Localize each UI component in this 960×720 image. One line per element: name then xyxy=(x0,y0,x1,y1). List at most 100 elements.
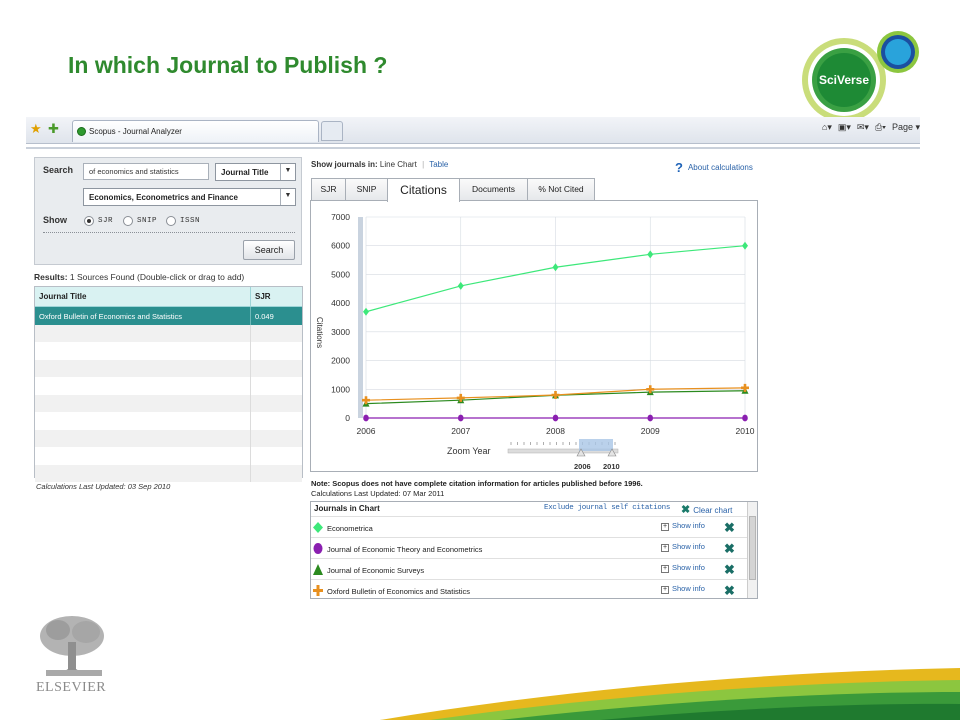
zoom-year-label: Zoom Year xyxy=(447,446,491,456)
chart-scroll-strip xyxy=(358,217,363,418)
results-calc-updated: Calculations Last Updated: 03 Sep 2010 xyxy=(36,482,171,491)
slide: In which Journal to Publish ? SciVerse ★… xyxy=(0,0,960,720)
remove-journal-icon[interactable]: ✖ xyxy=(724,562,735,578)
empty-row xyxy=(35,429,302,447)
y-axis-label: Citations xyxy=(315,317,324,348)
feeds-icon[interactable]: ▣▾ xyxy=(838,122,851,133)
show-snip-radio[interactable] xyxy=(123,216,133,226)
remove-journal-icon[interactable]: ✖ xyxy=(724,541,735,557)
data-point[interactable] xyxy=(647,414,654,422)
tab-not-cited[interactable]: % Not Cited xyxy=(527,178,595,200)
dropdown-arrow-icon: ▼ xyxy=(280,164,295,180)
results-summary: Results: 1 Sources Found (Double-click o… xyxy=(34,272,244,282)
data-point[interactable] xyxy=(552,414,559,422)
x-tick-label: 2009 xyxy=(641,426,660,436)
zoom-to-label: 2010 xyxy=(603,462,620,471)
list-item[interactable]: Econometrica + Show info ✖ xyxy=(311,516,757,537)
data-point[interactable] xyxy=(552,263,559,272)
results-count-text: 1 Sources Found (Double-click or drag to… xyxy=(69,272,245,282)
data-point[interactable] xyxy=(742,241,748,250)
clear-icon: ✖ xyxy=(681,504,691,516)
list-item[interactable]: Oxford Bulletin of Economics and Statist… xyxy=(311,579,757,598)
data-point[interactable] xyxy=(647,250,654,259)
slide-title: In which Journal to Publish ? xyxy=(68,52,388,78)
show-info-label: Show info xyxy=(672,542,705,551)
show-info-toggle[interactable]: + Show info xyxy=(661,563,705,573)
line-chart-option[interactable]: Line Chart xyxy=(380,160,417,169)
home-icon[interactable]: ⌂▾ xyxy=(822,122,832,133)
column-header-sjr[interactable]: SJR xyxy=(251,287,275,306)
tab-sjr[interactable]: SJR xyxy=(311,178,346,200)
show-info-toggle[interactable]: + Show info xyxy=(661,542,705,552)
citation-note: Note: Scopus does not have complete cita… xyxy=(311,479,643,488)
journals-in-chart-panel: Journals in Chart Exclude journal self c… xyxy=(310,501,758,599)
journals-in-chart-header: Journals in Chart Exclude journal self c… xyxy=(311,502,757,516)
search-field-select[interactable]: Journal Title ▼ xyxy=(215,163,296,181)
expand-icon: + xyxy=(661,565,669,573)
list-item[interactable]: Journal of Economic Theory and Econometr… xyxy=(311,537,757,558)
y-tick-label: 4000 xyxy=(331,298,350,308)
subject-area-select[interactable]: Economics, Econometrics and Finance ▼ xyxy=(83,188,296,206)
data-point[interactable] xyxy=(742,414,748,422)
tab-documents[interactable]: Documents xyxy=(459,178,528,200)
clear-chart-button[interactable]: ✖ Clear chart xyxy=(681,503,732,516)
print-icon[interactable]: ⎙▾ xyxy=(875,122,886,133)
journals-in-chart-title: Journals in Chart xyxy=(314,504,380,513)
exclude-self-citations-link[interactable]: Exclude journal self citations xyxy=(544,504,670,512)
circle-marker-icon xyxy=(313,543,323,554)
column-header-journal-title[interactable]: Journal Title xyxy=(35,287,251,306)
data-point[interactable] xyxy=(457,281,464,290)
data-point[interactable] xyxy=(363,414,369,422)
results-prefix: Results: xyxy=(34,272,68,282)
journal-name: Journal of Economic Surveys xyxy=(327,566,425,575)
search-label: Search xyxy=(43,165,74,175)
search-button[interactable]: Search xyxy=(243,240,295,260)
remove-journal-icon[interactable]: ✖ xyxy=(724,583,735,598)
expand-icon: + xyxy=(661,544,669,552)
empty-row xyxy=(35,342,302,360)
list-item[interactable]: Journal of Economic Surveys + Show info ✖ xyxy=(311,558,757,579)
tab-snip[interactable]: SNIP xyxy=(345,178,388,200)
show-info-label: Show info xyxy=(672,584,705,593)
page-menu[interactable]: Page ▾ xyxy=(892,122,920,133)
show-issn-radio[interactable] xyxy=(166,216,176,226)
show-sjr-radio[interactable] xyxy=(84,216,94,226)
show-issn-label: ISSN xyxy=(180,217,201,225)
scrollbar-thumb[interactable] xyxy=(749,516,756,580)
journal-name: Oxford Bulletin of Economics and Statist… xyxy=(327,587,470,596)
data-point[interactable] xyxy=(457,414,464,422)
show-info-toggle[interactable]: + Show info xyxy=(661,521,705,531)
dropdown-arrow-icon: ▼ xyxy=(280,189,295,205)
search-panel: Search of economics and statistics Journ… xyxy=(34,157,302,265)
add-favorites-icon[interactable]: ✚ xyxy=(48,121,59,137)
browser-tab[interactable]: Scopus - Journal Analyzer xyxy=(72,120,319,142)
y-tick-label: 1000 xyxy=(331,384,350,394)
sjr-cell: 0.049 xyxy=(255,312,274,321)
search-input[interactable]: of economics and statistics xyxy=(83,163,209,180)
empty-row xyxy=(35,377,302,395)
table-option[interactable]: Table xyxy=(429,160,448,169)
favorites-star-icon[interactable]: ★ xyxy=(30,121,42,137)
list-scrollbar[interactable] xyxy=(747,502,757,598)
results-table-header: Journal Title SJR xyxy=(35,287,302,307)
tab-citations[interactable]: Citations xyxy=(387,178,460,202)
zoom-range-highlight[interactable] xyxy=(579,439,613,451)
remove-journal-icon[interactable]: ✖ xyxy=(724,520,735,536)
empty-row xyxy=(35,394,302,412)
metric-tabs: SJR SNIP Citations Documents % Not Cited xyxy=(311,178,595,202)
show-sjr-label: SJR xyxy=(98,217,114,225)
mail-icon[interactable]: ✉▾ xyxy=(857,122,869,133)
view-mode-switch: Show journals in: Line Chart | Table xyxy=(311,160,449,169)
new-tab-button[interactable] xyxy=(321,121,343,141)
triangle-marker-icon xyxy=(313,564,323,575)
table-row[interactable]: Oxford Bulletin of Economics and Statist… xyxy=(35,307,302,325)
show-info-toggle[interactable]: + Show info xyxy=(661,584,705,594)
subject-area-value: Economics, Econometrics and Finance xyxy=(89,193,238,202)
empty-row xyxy=(35,447,302,465)
help-icon: ? xyxy=(675,160,683,175)
empty-row xyxy=(35,464,302,482)
toolbar-divider xyxy=(26,147,920,149)
data-point[interactable] xyxy=(363,307,369,316)
about-calculations-label: About calculations xyxy=(687,163,753,172)
about-calculations-link[interactable]: ? About calculations xyxy=(675,160,753,175)
